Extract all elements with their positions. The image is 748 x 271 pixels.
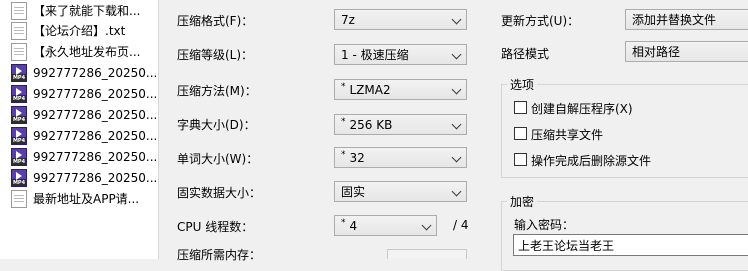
default-marker: * — [341, 217, 346, 228]
text-file-icon — [11, 42, 27, 61]
sfx-checkbox[interactable] — [514, 101, 527, 114]
sfx-label: 创建自解压程序(X) — [531, 102, 633, 116]
video-file-icon: MP4 — [11, 168, 27, 187]
list-item[interactable]: 【来了就能下载和... — [0, 0, 158, 21]
update-dropdown[interactable]: 添加并替换文件 — [625, 9, 748, 30]
file-list[interactable]: 【来了就能下载和... 【论坛介绍】.txt 【永久地址发布页... MP4 9… — [0, 0, 159, 259]
memory-value-box — [387, 249, 467, 259]
text-file-icon — [11, 21, 27, 40]
list-item[interactable]: MP4 992777286_20250... — [0, 125, 158, 146]
encrypt-title: 加密 — [507, 193, 538, 210]
dict-value: 256 KB — [349, 117, 393, 132]
path-dropdown[interactable]: 相对路径 — [625, 41, 748, 62]
options-title: 选项 — [507, 76, 538, 93]
file-name: 992777286_20250... — [33, 86, 158, 101]
chevron-down-icon — [421, 220, 432, 231]
shared-files-label: 压缩共享文件 — [531, 128, 604, 142]
solid-dropdown[interactable]: 固实 — [334, 181, 467, 202]
default-marker: * — [341, 81, 346, 92]
chevron-down-icon — [451, 84, 462, 95]
file-name: 992777286_20250... — [33, 170, 158, 185]
cpu-value: 4 — [349, 218, 358, 233]
update-value: 添加并替换文件 — [632, 13, 717, 27]
cpu-label: CPU 线程数： — [177, 220, 254, 234]
password-value: 上老王论坛当老王 — [518, 238, 615, 253]
chevron-down-icon — [451, 119, 462, 130]
level-dropdown[interactable]: 1 - 极速压缩 — [334, 44, 467, 65]
file-name: 992777286_20250... — [33, 107, 158, 122]
video-file-icon: MP4 — [11, 105, 27, 124]
password-input[interactable]: 上老王论坛当老王 — [513, 234, 748, 256]
video-file-icon: MP4 — [11, 84, 27, 103]
delete-source-label: 操作完成后删除源文件 — [531, 154, 652, 168]
list-item[interactable]: MP4 992777286_20250... — [0, 62, 158, 83]
list-item[interactable]: MP4 992777286_20250... — [0, 83, 158, 104]
update-label: 更新方式(U)： — [501, 14, 580, 28]
password-label: 输入密码： — [514, 218, 575, 232]
text-file-icon — [11, 1, 27, 20]
format-label: 压缩格式(F)： — [177, 14, 254, 28]
list-item[interactable]: 最新地址及APP请... — [0, 188, 158, 209]
list-item[interactable]: 【论坛介绍】.txt — [0, 20, 158, 41]
file-name: 【来了就能下载和... — [33, 4, 141, 18]
solid-label: 固实数据大小： — [177, 186, 262, 200]
word-label: 单词大小(W)： — [177, 152, 259, 166]
file-name: 【论坛介绍】.txt — [33, 24, 126, 38]
file-name: 最新地址及APP请... — [33, 192, 140, 206]
shared-files-checkbox[interactable] — [514, 127, 527, 140]
level-label: 压缩等级(L)： — [177, 48, 254, 62]
method-label: 压缩方法(M)： — [177, 84, 257, 98]
file-name: 992777286_20250... — [33, 65, 158, 80]
memory-label: 压缩所需内存： — [177, 248, 262, 262]
chevron-down-icon — [451, 49, 462, 60]
list-item[interactable]: MP4 992777286_20250... — [0, 167, 158, 188]
chevron-down-icon — [451, 152, 462, 163]
text-file-icon — [11, 189, 27, 208]
chevron-down-icon — [451, 186, 462, 197]
format-dropdown[interactable]: 7z — [334, 9, 467, 30]
chevron-down-icon — [451, 14, 462, 25]
delete-source-checkbox[interactable] — [514, 153, 527, 166]
file-name: 【永久地址发布页... — [33, 45, 141, 59]
method-dropdown[interactable]: * LZMA2 — [334, 79, 467, 100]
method-value: LZMA2 — [349, 82, 391, 97]
video-file-icon: MP4 — [11, 147, 27, 166]
word-value: 32 — [349, 150, 365, 165]
list-item[interactable]: MP4 992777286_20250... — [0, 104, 158, 125]
file-name: 992777286_20250... — [33, 149, 158, 164]
default-marker: * — [341, 116, 346, 127]
cpu-dropdown[interactable]: * 4 — [334, 215, 437, 236]
word-dropdown[interactable]: * 32 — [334, 147, 467, 168]
list-item[interactable]: MP4 992777286_20250... — [0, 146, 158, 167]
cpu-total: / 4 — [453, 218, 469, 232]
path-value: 相对路径 — [632, 45, 681, 59]
video-file-icon: MP4 — [11, 126, 27, 145]
level-value: 1 - 极速压缩 — [341, 48, 409, 62]
default-marker: * — [341, 149, 346, 160]
path-label: 路径模式 — [501, 47, 550, 61]
dict-dropdown[interactable]: * 256 KB — [334, 114, 467, 135]
file-name: 992777286_20250... — [33, 128, 158, 143]
dict-label: 字典大小(D)： — [177, 118, 256, 132]
list-item[interactable]: 【永久地址发布页... — [0, 41, 158, 62]
solid-value: 固实 — [341, 185, 366, 199]
format-value: 7z — [341, 12, 355, 27]
video-file-icon: MP4 — [11, 63, 27, 82]
